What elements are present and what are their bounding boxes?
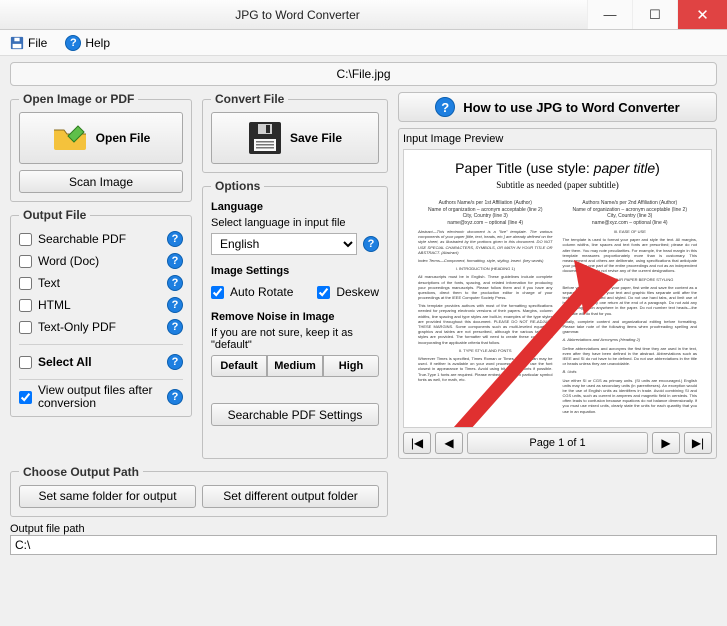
- scan-image-button[interactable]: Scan Image: [19, 170, 183, 193]
- help-icon[interactable]: ?: [167, 297, 183, 313]
- options-legend: Options: [211, 179, 264, 193]
- open-image-group: Open Image or PDF Open File Scan Image: [10, 92, 192, 202]
- open-file-label: Open File: [96, 131, 151, 145]
- menu-bar: File ? Help: [0, 30, 727, 56]
- folder-open-icon: [52, 124, 88, 152]
- checkbox-text-only-pdf[interactable]: [19, 321, 32, 334]
- input-preview-panel: Input Image Preview Paper Title (use sty…: [398, 128, 717, 459]
- preview-canvas: Paper Title (use style: paper title) Sub…: [403, 149, 712, 428]
- input-file-path-text: C:\File.jpg: [336, 67, 390, 81]
- app-title: JPG to Word Converter: [8, 8, 587, 22]
- label-word: Word (Doc): [38, 254, 161, 268]
- label-html: HTML: [38, 298, 161, 312]
- preview-pager: |◀ ◀ Page 1 of 1 ▶ ▶|: [403, 432, 712, 454]
- open-file-button[interactable]: Open File: [19, 112, 183, 164]
- output-path-field[interactable]: [10, 535, 717, 555]
- pager-first-button[interactable]: |◀: [403, 432, 431, 454]
- save-file-button[interactable]: Save File: [211, 112, 379, 164]
- checkbox-html[interactable]: [19, 299, 32, 312]
- menu-help[interactable]: ? Help: [65, 35, 110, 51]
- pager-prev-button[interactable]: ◀: [435, 432, 463, 454]
- label-view-after: View output files after conversion: [38, 384, 161, 410]
- searchable-pdf-settings-button[interactable]: Searchable PDF Settings: [211, 403, 379, 426]
- convert-file-group: Convert File Save File: [202, 92, 388, 173]
- preview-label: Input Image Preview: [403, 133, 712, 145]
- pager-last-button[interactable]: ▶|: [684, 432, 712, 454]
- label-searchable-pdf: Searchable PDF: [38, 232, 161, 246]
- help-icon[interactable]: ?: [167, 253, 183, 269]
- checkbox-auto-rotate[interactable]: [211, 286, 224, 299]
- help-icon: ?: [435, 97, 455, 117]
- output-file-legend: Output File: [19, 208, 90, 222]
- output-path-label: Output file path: [10, 523, 717, 535]
- noise-default-button[interactable]: Default: [211, 355, 267, 377]
- convert-file-legend: Convert File: [211, 92, 288, 106]
- choose-output-path-legend: Choose Output Path: [19, 465, 143, 479]
- language-select[interactable]: English: [211, 233, 357, 255]
- floppy-disk-icon: [248, 121, 282, 155]
- options-group: Options Language Select language in inpu…: [202, 179, 388, 459]
- noise-heading: Remove Noise in Image: [211, 311, 335, 323]
- how-to-use-button[interactable]: ? How to use JPG to Word Converter: [398, 92, 717, 122]
- scan-image-label: Scan Image: [69, 175, 133, 189]
- help-icon[interactable]: ?: [167, 389, 183, 405]
- noise-hint: If you are not sure, keep it as "default…: [211, 327, 379, 351]
- help-icon: ?: [65, 35, 81, 51]
- image-settings-heading: Image Settings: [211, 265, 289, 277]
- title-bar: JPG to Word Converter — ☐ ✕: [0, 0, 727, 30]
- language-hint: Select language in input file: [211, 217, 379, 229]
- help-icon[interactable]: ?: [167, 319, 183, 335]
- label-auto-rotate: Auto Rotate: [230, 285, 293, 299]
- paper-body: Authors Name/s per 1st Affiliation (Auth…: [418, 200, 697, 417]
- paper-title: Paper Title (use style: paper title): [418, 160, 697, 178]
- help-icon[interactable]: ?: [167, 231, 183, 247]
- different-folder-button[interactable]: Set different output folder: [202, 485, 379, 508]
- output-file-group: Output File Searchable PDF? Word (Doc)? …: [10, 208, 192, 417]
- minimize-button[interactable]: —: [587, 0, 632, 29]
- help-icon[interactable]: ?: [167, 354, 183, 370]
- label-text-only-pdf: Text-Only PDF: [38, 320, 161, 334]
- label-text: Text: [38, 276, 161, 290]
- checkbox-deskew[interactable]: [317, 286, 330, 299]
- close-button[interactable]: ✕: [677, 0, 727, 29]
- paper-subtitle: Subtitle as needed (paper subtitle): [418, 180, 697, 190]
- noise-high-button[interactable]: High: [323, 355, 379, 377]
- label-select-all: Select All: [38, 355, 161, 369]
- pager-page-indicator: Page 1 of 1: [467, 432, 648, 454]
- checkbox-text[interactable]: [19, 277, 32, 290]
- language-heading: Language: [211, 201, 263, 213]
- choose-output-path-group: Choose Output Path Set same folder for o…: [10, 465, 388, 517]
- checkbox-view-after[interactable]: [19, 391, 32, 404]
- menu-help-label: Help: [85, 36, 110, 50]
- menu-file-label: File: [28, 36, 47, 50]
- checkbox-select-all[interactable]: [19, 356, 32, 369]
- how-to-use-label: How to use JPG to Word Converter: [463, 100, 679, 115]
- input-file-path: C:\File.jpg: [10, 62, 717, 86]
- save-disk-icon: [10, 36, 24, 50]
- same-folder-button[interactable]: Set same folder for output: [19, 485, 196, 508]
- checkbox-searchable-pdf[interactable]: [19, 233, 32, 246]
- pager-next-button[interactable]: ▶: [652, 432, 680, 454]
- checkbox-word[interactable]: [19, 255, 32, 268]
- label-deskew: Deskew: [336, 285, 379, 299]
- save-file-label: Save File: [290, 131, 342, 145]
- noise-medium-button[interactable]: Medium: [267, 355, 323, 377]
- help-icon[interactable]: ?: [363, 236, 379, 252]
- maximize-button[interactable]: ☐: [632, 0, 677, 29]
- help-icon[interactable]: ?: [167, 275, 183, 291]
- open-image-legend: Open Image or PDF: [19, 92, 138, 106]
- menu-file[interactable]: File: [10, 36, 47, 50]
